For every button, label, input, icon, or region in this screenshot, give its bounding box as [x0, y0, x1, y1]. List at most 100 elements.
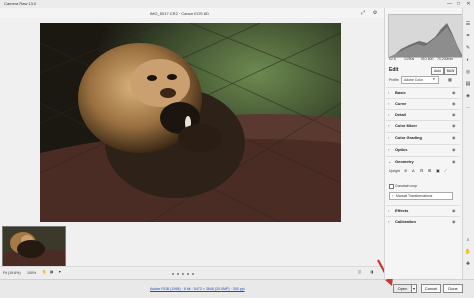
edit-title: Edit	[389, 67, 399, 73]
chevron-right-icon: ›	[392, 194, 394, 198]
upright-level-icon[interactable]: ⊟	[420, 168, 423, 173]
pager-dot[interactable]	[177, 273, 179, 275]
eye-icon[interactable]: ◉	[452, 101, 456, 106]
upright-full-icon[interactable]: ▣	[436, 168, 440, 173]
chevron-right-icon: ›	[388, 135, 390, 140]
chevron-right-icon: ›	[388, 112, 390, 117]
upright-guided-icon[interactable]: ⟋	[444, 168, 447, 173]
section-label: Optics	[395, 147, 408, 152]
eye-icon[interactable]: ◉	[452, 159, 456, 164]
photo-canvas[interactable]	[40, 23, 341, 222]
section-label: Geometry	[395, 159, 414, 164]
chevron-right-icon: ›	[388, 219, 390, 224]
status-bar: Fit (19.6%) 100% ✋ ▦ ▼ ◫ ◨	[0, 266, 384, 280]
upright-off-icon[interactable]: ⊘	[404, 168, 407, 173]
hand-icon[interactable]: ✋	[42, 270, 46, 274]
toggle-sampler-icon[interactable]: ✚	[464, 260, 472, 268]
profile-value: Adobe Color	[404, 78, 423, 82]
eye-icon[interactable]: ◉	[452, 112, 456, 117]
pager-dot[interactable]	[187, 273, 189, 275]
file-name: IMG_5017.CR2 · Canon EOS 6D	[150, 11, 209, 16]
exif-aperture: f/2.8	[389, 57, 396, 61]
crop-icon[interactable]: ⌗	[464, 32, 472, 40]
chevron-right-icon: ›	[388, 90, 390, 95]
chevron-right-icon: ›	[388, 147, 390, 152]
section-basic[interactable]: › Basic ◉	[386, 87, 460, 97]
chevron-down-icon: ⌄	[388, 159, 392, 164]
upright-auto-icon[interactable]: A	[412, 168, 415, 173]
chevron-down-icon: ▾	[433, 77, 435, 81]
eye-icon[interactable]: ◉	[452, 219, 456, 224]
snapshots-icon[interactable]: ▤	[464, 80, 472, 88]
eye-icon[interactable]: ◉	[452, 208, 456, 213]
auto-button[interactable]: Auto	[431, 67, 444, 75]
profile-select[interactable]: Adobe Color ▾	[401, 76, 439, 84]
constrain-crop-label: Constrain crop	[395, 184, 418, 188]
red-eye-icon[interactable]: ◎	[464, 68, 472, 76]
section-color-grading[interactable]: › Color Grading ◉	[386, 132, 460, 142]
maximize-button[interactable]: □	[454, 0, 463, 8]
section-label: Detail	[395, 112, 406, 117]
upright-vertical-icon[interactable]: ⊞	[428, 168, 431, 173]
profile-label: Profile	[389, 78, 399, 82]
eye-icon[interactable]: ◉	[452, 90, 456, 95]
minimize-button[interactable]: —	[445, 0, 454, 8]
eye-icon[interactable]: ◉	[452, 147, 456, 152]
presets-icon[interactable]: ◈	[464, 92, 472, 100]
filter-icon[interactable]: ▼	[58, 270, 62, 274]
section-geometry[interactable]: ⌄ Geometry ◉	[386, 156, 460, 166]
histogram	[388, 14, 463, 58]
section-label: Color Grading	[395, 135, 422, 140]
eye-icon[interactable]: ◉	[452, 135, 456, 140]
section-label: Basic	[395, 90, 406, 95]
before-after-icon[interactable]: ◨	[370, 270, 373, 274]
chevron-right-icon: ›	[388, 208, 390, 213]
more-icon[interactable]: ⋯	[464, 104, 472, 112]
pager-dot[interactable]	[172, 273, 174, 275]
bw-button[interactable]: B&W	[444, 67, 457, 75]
done-button[interactable]: Done	[443, 284, 463, 293]
pager-dot[interactable]	[192, 273, 194, 275]
exif-iso: ISO 800	[421, 57, 434, 61]
section-calibration[interactable]: › Calibration ◉	[386, 216, 460, 226]
workflow-options-link[interactable]: Adobe RGB (1998) · 8 bit · 5472 × 3648 (…	[150, 287, 245, 291]
section-label: Calibration	[395, 219, 416, 224]
chevron-right-icon: ›	[388, 101, 390, 106]
section-label: Effects	[395, 208, 409, 213]
exif-lens: 70-200mm	[437, 57, 454, 61]
close-button[interactable]: ✕	[464, 0, 473, 8]
hand-tool-icon[interactable]: ✋	[464, 248, 472, 256]
monkey-photo	[40, 23, 341, 222]
section-optics[interactable]: › Optics ◉	[386, 144, 460, 154]
constrain-crop-checkbox[interactable]	[389, 184, 394, 189]
arrow-expand-icon[interactable]: ⤢	[360, 10, 366, 16]
gear-icon[interactable]: ⚙	[372, 10, 378, 16]
section-color-mixer[interactable]: › Color Mixer ◉	[386, 120, 460, 130]
section-curve[interactable]: › Curve ◉	[386, 98, 460, 108]
cancel-button[interactable]: Cancel	[421, 284, 441, 293]
manual-transform-select[interactable]: › Manual Transformations	[389, 192, 453, 200]
histogram-graph	[389, 23, 462, 57]
section-effects[interactable]: › Effects ◉	[386, 205, 460, 215]
canvas-header: IMG_5017.CR2 · Canon EOS 6D ⤢ ⚙	[0, 8, 384, 18]
edit-sliders-icon[interactable]: ☰	[464, 20, 472, 28]
grid-icon[interactable]: ▦	[50, 270, 53, 274]
healing-brush-icon[interactable]: ✎	[464, 44, 472, 52]
open-options-dropdown[interactable]: ▾	[411, 284, 417, 293]
manual-transform-label: Manual Transformations	[396, 194, 433, 198]
browse-profiles-icon[interactable]: ▦	[448, 77, 452, 82]
mask-icon[interactable]: ◐	[464, 56, 472, 64]
section-detail[interactable]: › Detail ◉	[386, 109, 460, 119]
fit-zoom-label[interactable]: Fit (19.6%)	[3, 271, 21, 275]
monkey-thumbnail	[3, 227, 65, 266]
filmstrip-thumbnail[interactable]	[2, 226, 66, 267]
eye-icon[interactable]: ◉	[452, 123, 456, 128]
zoom-value[interactable]: 100%	[27, 271, 36, 275]
window-title: Camera Raw 13.0	[4, 1, 37, 6]
zoom-icon[interactable]: ⌕	[464, 236, 472, 244]
chevron-right-icon: ›	[388, 123, 390, 128]
section-label: Curve	[395, 101, 407, 106]
section-label: Color Mixer	[395, 123, 418, 128]
compare-view-icon[interactable]: ◫	[358, 270, 361, 274]
pager-dot[interactable]	[182, 273, 184, 275]
